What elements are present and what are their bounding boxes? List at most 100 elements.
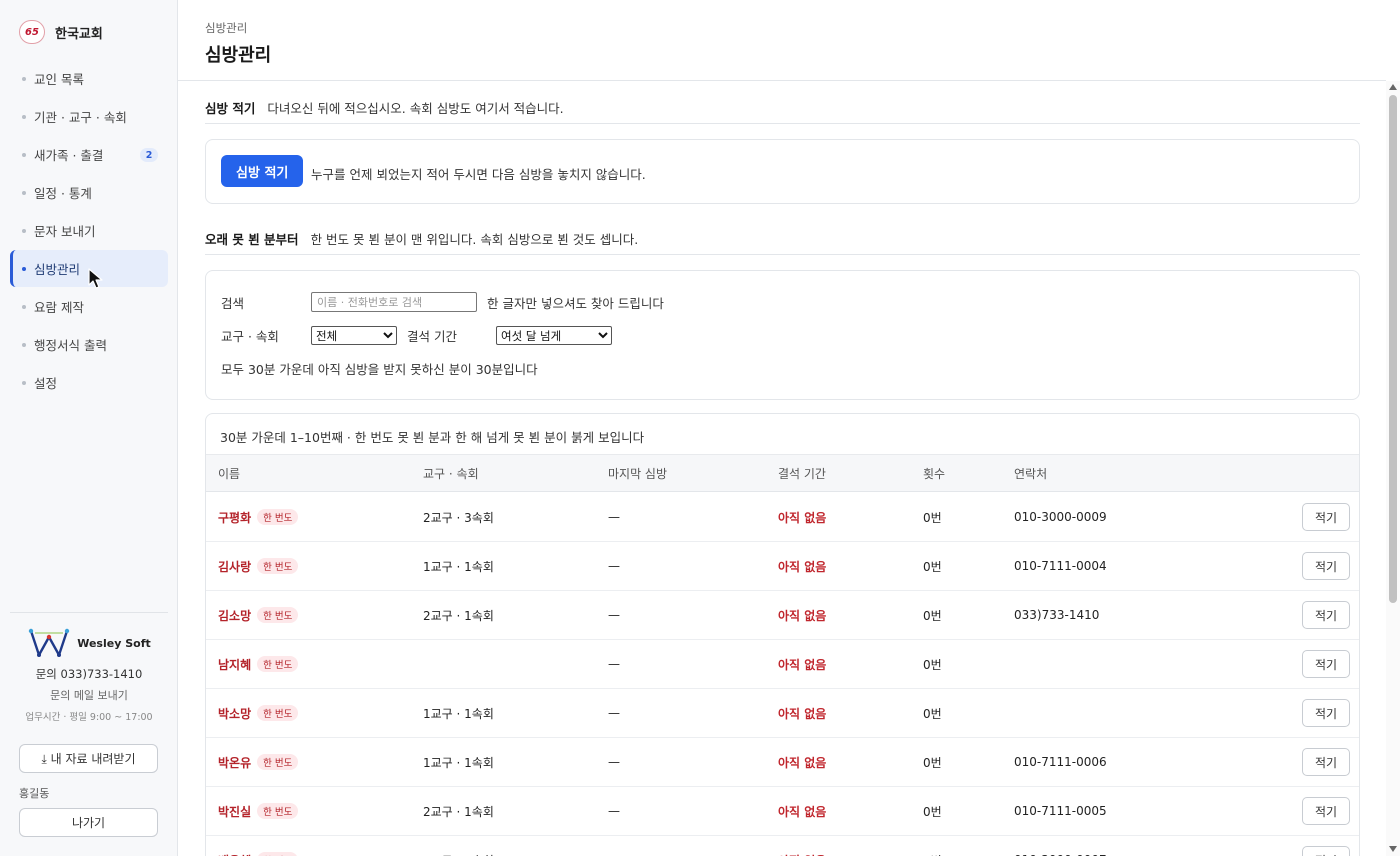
table-row[interactable]: 남지혜 한 번도 — 아직 없음 0번 적기 xyxy=(206,640,1359,689)
count-cell: 0번 xyxy=(923,608,942,623)
write-row-button[interactable]: 적기 xyxy=(1302,748,1350,776)
logout-button[interactable]: 나가기 xyxy=(19,808,158,837)
sidebar-divider xyxy=(10,612,168,613)
scroll-up-arrow-icon[interactable] xyxy=(1389,84,1397,90)
action-cell: 적기 xyxy=(1214,552,1359,580)
breadcrumb[interactable]: 심방관리 xyxy=(205,20,247,36)
table-row[interactable]: 배은혜한 번도2교구 · 1속회—아직 없음0번010-3000-0007적기 xyxy=(206,836,1359,856)
table-row[interactable]: 박진실 한 번도 2교구 · 1속회 — 아직 없음 0번 010-7111-0005 적기 xyxy=(206,787,1359,836)
absence-cell: 아직 없음 xyxy=(778,852,923,856)
write-row-button[interactable]: 적기 xyxy=(1302,650,1350,678)
group-cell: 2교구 · 1속회 xyxy=(423,804,494,819)
group-cell: 2교구 · 1속회 xyxy=(423,852,608,856)
sidebar-item-1[interactable]: 기관 · 교구 · 속회 xyxy=(10,98,168,135)
summary-row: 모두 30분 가운데 아직 심방을 받지 못하신 분이 30분입니다 xyxy=(221,359,538,378)
last-visit-cell: — xyxy=(608,510,620,524)
write-row-button[interactable]: 적기 xyxy=(1302,601,1350,629)
action-cell: 적기 xyxy=(1214,748,1359,776)
write-row-button[interactable]: 적기 xyxy=(1302,552,1350,580)
absence-cell: 아직 없음 xyxy=(778,804,827,819)
member-name[interactable]: 박진실 xyxy=(218,803,251,820)
col-absence-header[interactable]: 결석 기간 xyxy=(778,465,923,482)
write-row-button[interactable]: 적기 xyxy=(1302,797,1350,825)
action-cell: 적기 xyxy=(1214,699,1359,727)
sidebar-item-label: 교인 목록 xyxy=(34,72,84,87)
col-group-header[interactable]: 교구 · 속회 xyxy=(423,465,608,482)
member-name[interactable]: 박소망 xyxy=(218,705,251,722)
phone-cell: 010-7111-0005 xyxy=(1014,804,1107,818)
name-cell: 박온유 한 번도 xyxy=(206,754,423,771)
sidebar-item-4[interactable]: 문자 보내기 xyxy=(10,212,168,249)
download-data-button[interactable]: ⤓ 내 자료 내려받기 xyxy=(19,744,158,773)
company-name: Wesley Soft xyxy=(77,636,151,650)
member-name[interactable]: 김사랑 xyxy=(218,558,251,575)
sidebar-item-7[interactable]: 행정서식 출력 xyxy=(10,326,168,363)
sidebar-nav: 교인 목록 기관 · 교구 · 속회 새가족 · 출결 2 일정 · 통계 문자 보내기 심… xyxy=(10,60,168,402)
group-cell: 1교구 · 1속회 xyxy=(423,706,494,721)
phone-cell: 010-3000-0009 xyxy=(1014,510,1107,524)
group-cell: 2교구 · 3속회 xyxy=(423,510,494,525)
absence-cell: 아직 없음 xyxy=(778,559,827,574)
table-row[interactable]: 구평화 한 번도 2교구 · 3속회 — 아직 없음 0번 010-3000-0009 적기 xyxy=(206,493,1359,542)
sidebar-item-3[interactable]: 일정 · 통계 xyxy=(10,174,168,211)
page-scrollbar[interactable] xyxy=(1386,81,1400,856)
table-row[interactable]: 김소망 한 번도 2교구 · 1속회 — 아직 없음 0번 033)733-1410 적기 xyxy=(206,591,1359,640)
absence-cell: 아직 없음 xyxy=(778,657,827,672)
never-visited-badge: 한 번도 xyxy=(257,509,299,525)
write-card: 심방 적기 누구를 언제 뵈었는지 적어 두시면 다음 심방을 놓치지 않습니다… xyxy=(205,139,1360,204)
name-cell: 김소망 한 번도 xyxy=(206,607,423,624)
sidebar-item-6[interactable]: 요람 제작 xyxy=(10,288,168,325)
action-cell: 적기 xyxy=(1214,846,1359,856)
sidebar-item-0[interactable]: 교인 목록 xyxy=(10,60,168,97)
absence-select[interactable]: 여섯 달 넘게 xyxy=(496,326,612,345)
member-name[interactable]: 배은혜 xyxy=(218,852,251,856)
member-name[interactable]: 구평화 xyxy=(218,509,251,526)
table-row[interactable]: 박소망 한 번도 1교구 · 1속회 — 아직 없음 0번 적기 xyxy=(206,689,1359,738)
member-name[interactable]: 박온유 xyxy=(218,754,251,771)
action-cell: 적기 xyxy=(1214,797,1359,825)
never-visited-badge: 한 번도 xyxy=(257,705,299,721)
col-phone-header[interactable]: 연락처 xyxy=(1014,465,1214,482)
filter-card: 검색 한 글자만 넣으셔도 찾아 드립니다 교구 · 속회 전체 결석 기간 여… xyxy=(205,270,1360,400)
name-cell: 남지혜 한 번도 xyxy=(206,656,423,673)
table-row[interactable]: 박온유 한 번도 1교구 · 1속회 — 아직 없음 0번 010-7111-0006 적기 xyxy=(206,738,1359,787)
scroll-down-arrow-icon[interactable] xyxy=(1389,846,1397,852)
scroll-thumb[interactable] xyxy=(1389,95,1397,603)
phone-cell: 010-7111-0004 xyxy=(1014,559,1107,573)
count-cell: 0번 xyxy=(923,804,942,819)
sidebar-item-2[interactable]: 새가족 · 출결 2 xyxy=(10,136,168,173)
never-visited-badge: 한 번도 xyxy=(257,607,299,623)
sidebar-item-label: 문자 보내기 xyxy=(34,224,96,239)
write-button-desc: 누구를 언제 뵈었는지 적어 두시면 다음 심방을 놓치지 않습니다. xyxy=(311,167,646,182)
search-label: 검색 xyxy=(221,295,245,311)
group-select[interactable]: 전체 xyxy=(311,326,397,345)
sidebar-item-label: 요람 제작 xyxy=(34,300,84,315)
member-name[interactable]: 남지혜 xyxy=(218,656,251,673)
filter-row: 교구 · 속회 전체 결석 기간 여섯 달 넘게 xyxy=(221,326,612,345)
business-hours: 업무시간 · 평일 9:00 ~ 17:00 xyxy=(25,712,153,723)
table-row[interactable]: 김사랑 한 번도 1교구 · 1속회 — 아직 없음 0번 010-7111-0004 적기 xyxy=(206,542,1359,591)
nav-dot-icon xyxy=(22,114,26,119)
count-cell: 0번 xyxy=(923,852,1014,856)
mouse-cursor-icon xyxy=(88,268,103,289)
col-last-visit-header[interactable]: 마지막 심방 xyxy=(608,465,778,482)
phone-cell: 010-7111-0006 xyxy=(1014,755,1107,769)
write-visit-button[interactable]: 심방 적기 xyxy=(221,155,304,187)
sidebar-item-8[interactable]: 설정 xyxy=(10,364,168,401)
col-count-header[interactable]: 횟수 xyxy=(923,465,1014,482)
member-name[interactable]: 김소망 xyxy=(218,607,251,624)
write-row-button[interactable]: 적기 xyxy=(1302,503,1350,531)
col-name-header[interactable]: 이름 xyxy=(206,465,423,482)
write-row-button[interactable]: 적기 xyxy=(1302,846,1350,856)
nav-dot-icon xyxy=(22,304,26,309)
write-row-button[interactable]: 적기 xyxy=(1302,699,1350,727)
sidebar: 65 한국교회 교인 목록기관 · 교구 · 속회 새가족 · 출결 2 일정 · 통… xyxy=(0,0,178,856)
contact-mail-link[interactable]: 문의 메일 보내기 xyxy=(10,687,168,703)
nav-dot-icon xyxy=(22,380,26,385)
visit-table: 30분 가운데 1–10번째 · 한 번도 못 뵌 분과 한 해 넘게 못 뵌 … xyxy=(205,413,1360,856)
brand[interactable]: 65 한국교회 xyxy=(19,20,103,44)
list-section-header: 오래 못 뵌 분부터 한 번도 못 뵌 분이 맨 위입니다. 속회 심방으로 뵌… xyxy=(205,223,1360,255)
search-input[interactable] xyxy=(311,292,477,312)
summary-text: 모두 30분 가운데 아직 심방을 받지 못하신 분이 30분입니다 xyxy=(221,362,538,377)
company-phone: 문의 033)733-1410 xyxy=(35,667,143,681)
